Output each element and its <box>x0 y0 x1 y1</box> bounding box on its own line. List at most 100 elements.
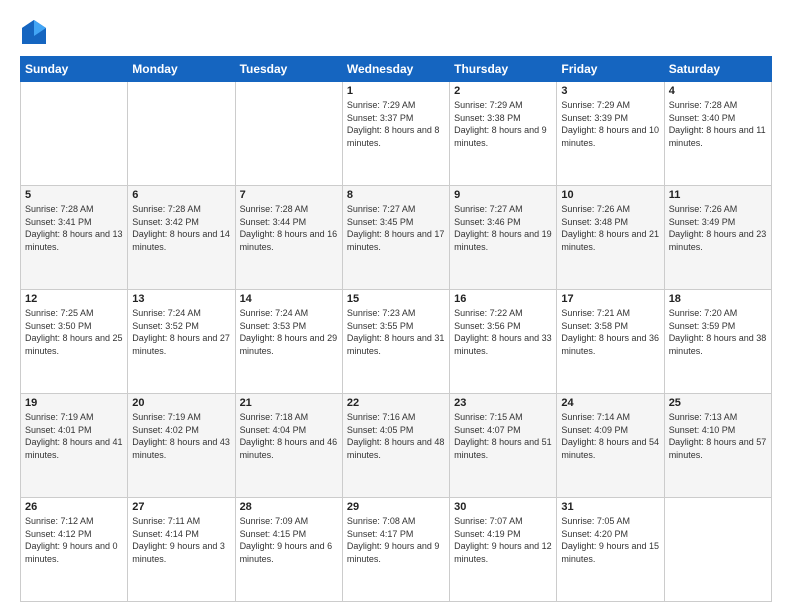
calendar-cell-w3-d4: 15Sunrise: 7:23 AM Sunset: 3:55 PM Dayli… <box>342 290 449 394</box>
day-number: 30 <box>454 501 552 513</box>
calendar-header-row: Sunday Monday Tuesday Wednesday Thursday… <box>21 57 772 82</box>
day-info: Sunrise: 7:25 AM Sunset: 3:50 PM Dayligh… <box>25 307 123 357</box>
calendar-cell-w1-d6: 3 Sunrise: 7:29 AM Sunset: 3:39 PM Daylig… <box>557 82 664 186</box>
day-number: 13 <box>132 293 230 305</box>
calendar-cell-w5-d4: 29 Sunrise: 7:08 AM Sunset: 4:17 PM Dayli… <box>342 498 449 602</box>
day-number: 20 <box>132 397 230 409</box>
calendar-cell-w4-d5: 23 Sunrise: 7:15 AM Sunset: 4:07 PM Dayli… <box>450 394 557 498</box>
calendar-cell-w4-d4: 22Sunrise: 7:16 AM Sunset: 4:05 PM Dayli… <box>342 394 449 498</box>
day-number: 29 <box>347 501 445 513</box>
calendar-cell-w2-d7: 11Sunrise: 7:26 AM Sunset: 3:49 PM Dayli… <box>664 186 771 290</box>
calendar-cell-w2-d1: 5Sunrise: 7:28 AM Sunset: 3:41 PM Daylig… <box>21 186 128 290</box>
col-wednesday: Wednesday <box>342 57 449 82</box>
day-number: 28 <box>240 501 338 513</box>
col-thursday: Thursday <box>450 57 557 82</box>
day-info: Sunrise: 7:15 AM Sunset: 4:07 PM Dayligh… <box>454 411 552 461</box>
calendar-cell-w4-d7: 25 Sunrise: 7:13 AM Sunset: 4:10 PM Dayli… <box>664 394 771 498</box>
day-info: Sunrise: 7:07 AM Sunset: 4:19 PM Dayligh… <box>454 515 552 565</box>
day-info: Sunrise: 7:24 AM Sunset: 3:52 PM Dayligh… <box>132 307 230 357</box>
day-number: 4 <box>669 85 767 97</box>
day-info: Sunrise: 7:28 AM Sunset: 3:41 PM Dayligh… <box>25 203 123 253</box>
calendar-cell-w3-d7: 18 Sunrise: 7:20 AM Sunset: 3:59 PM Dayli… <box>664 290 771 394</box>
calendar-cell-w3-d3: 14 Sunrise: 7:24 AM Sunset: 3:53 PM Dayli… <box>235 290 342 394</box>
calendar-cell-w2-d5: 9 Sunrise: 7:27 AM Sunset: 3:46 PM Daylig… <box>450 186 557 290</box>
day-number: 16 <box>454 293 552 305</box>
day-number: 1 <box>347 85 445 97</box>
day-number: 19 <box>25 397 123 409</box>
day-number: 21 <box>240 397 338 409</box>
calendar-cell-w5-d1: 26 Sunrise: 7:12 AM Sunset: 4:12 PM Dayli… <box>21 498 128 602</box>
calendar-week-4: 19 Sunrise: 7:19 AM Sunset: 4:01 PM Dayli… <box>21 394 772 498</box>
day-info: Sunrise: 7:28 AM Sunset: 3:44 PM Dayligh… <box>240 203 338 253</box>
day-info: Sunrise: 7:19 AM Sunset: 4:02 PM Dayligh… <box>132 411 230 461</box>
header <box>20 18 772 46</box>
day-number: 26 <box>25 501 123 513</box>
day-number: 6 <box>132 189 230 201</box>
day-number: 18 <box>669 293 767 305</box>
calendar-cell-w4-d6: 24Sunrise: 7:14 AM Sunset: 4:09 PM Dayli… <box>557 394 664 498</box>
day-number: 11 <box>669 189 767 201</box>
day-number: 24 <box>561 397 659 409</box>
day-number: 8 <box>347 189 445 201</box>
day-info: Sunrise: 7:20 AM Sunset: 3:59 PM Dayligh… <box>669 307 767 357</box>
day-info: Sunrise: 7:09 AM Sunset: 4:15 PM Dayligh… <box>240 515 338 565</box>
col-friday: Friday <box>557 57 664 82</box>
calendar-cell-w1-d1 <box>21 82 128 186</box>
day-info: Sunrise: 7:19 AM Sunset: 4:01 PM Dayligh… <box>25 411 123 461</box>
day-number: 10 <box>561 189 659 201</box>
day-number: 23 <box>454 397 552 409</box>
calendar-cell-w3-d5: 16 Sunrise: 7:22 AM Sunset: 3:56 PM Dayli… <box>450 290 557 394</box>
calendar-cell-w3-d6: 17Sunrise: 7:21 AM Sunset: 3:58 PM Dayli… <box>557 290 664 394</box>
day-number: 12 <box>25 293 123 305</box>
day-info: Sunrise: 7:27 AM Sunset: 3:45 PM Dayligh… <box>347 203 445 253</box>
calendar-week-2: 5Sunrise: 7:28 AM Sunset: 3:41 PM Daylig… <box>21 186 772 290</box>
calendar-week-5: 26 Sunrise: 7:12 AM Sunset: 4:12 PM Dayli… <box>21 498 772 602</box>
day-info: Sunrise: 7:22 AM Sunset: 3:56 PM Dayligh… <box>454 307 552 357</box>
day-info: Sunrise: 7:18 AM Sunset: 4:04 PM Dayligh… <box>240 411 338 461</box>
calendar-cell-w1-d7: 4 Sunrise: 7:28 AM Sunset: 3:40 PM Daylig… <box>664 82 771 186</box>
calendar-cell-w4-d2: 20 Sunrise: 7:19 AM Sunset: 4:02 PM Dayli… <box>128 394 235 498</box>
day-number: 3 <box>561 85 659 97</box>
day-info: Sunrise: 7:16 AM Sunset: 4:05 PM Dayligh… <box>347 411 445 461</box>
day-info: Sunrise: 7:05 AM Sunset: 4:20 PM Dayligh… <box>561 515 659 565</box>
calendar: Sunday Monday Tuesday Wednesday Thursday… <box>20 56 772 602</box>
calendar-cell-w2-d3: 7 Sunrise: 7:28 AM Sunset: 3:44 PM Daylig… <box>235 186 342 290</box>
calendar-cell-w1-d2 <box>128 82 235 186</box>
day-number: 9 <box>454 189 552 201</box>
calendar-cell-w4-d1: 19 Sunrise: 7:19 AM Sunset: 4:01 PM Dayli… <box>21 394 128 498</box>
day-info: Sunrise: 7:13 AM Sunset: 4:10 PM Dayligh… <box>669 411 767 461</box>
calendar-cell-w2-d2: 6 Sunrise: 7:28 AM Sunset: 3:42 PM Daylig… <box>128 186 235 290</box>
day-number: 17 <box>561 293 659 305</box>
col-sunday: Sunday <box>21 57 128 82</box>
calendar-week-1: 1 Sunrise: 7:29 AM Sunset: 3:37 PM Daylig… <box>21 82 772 186</box>
calendar-cell-w1-d3 <box>235 82 342 186</box>
col-tuesday: Tuesday <box>235 57 342 82</box>
calendar-cell-w5-d2: 27Sunrise: 7:11 AM Sunset: 4:14 PM Dayli… <box>128 498 235 602</box>
calendar-cell-w3-d2: 13 Sunrise: 7:24 AM Sunset: 3:52 PM Dayli… <box>128 290 235 394</box>
day-info: Sunrise: 7:29 AM Sunset: 3:39 PM Dayligh… <box>561 99 659 149</box>
day-info: Sunrise: 7:23 AM Sunset: 3:55 PM Dayligh… <box>347 307 445 357</box>
day-info: Sunrise: 7:28 AM Sunset: 3:40 PM Dayligh… <box>669 99 767 149</box>
day-number: 25 <box>669 397 767 409</box>
day-info: Sunrise: 7:29 AM Sunset: 3:38 PM Dayligh… <box>454 99 552 149</box>
day-info: Sunrise: 7:26 AM Sunset: 3:48 PM Dayligh… <box>561 203 659 253</box>
day-number: 14 <box>240 293 338 305</box>
day-number: 7 <box>240 189 338 201</box>
calendar-cell-w2-d4: 8 Sunrise: 7:27 AM Sunset: 3:45 PM Daylig… <box>342 186 449 290</box>
calendar-cell-w5-d5: 30 Sunrise: 7:07 AM Sunset: 4:19 PM Dayli… <box>450 498 557 602</box>
calendar-cell-w2-d6: 10 Sunrise: 7:26 AM Sunset: 3:48 PM Dayli… <box>557 186 664 290</box>
day-info: Sunrise: 7:28 AM Sunset: 3:42 PM Dayligh… <box>132 203 230 253</box>
day-info: Sunrise: 7:12 AM Sunset: 4:12 PM Dayligh… <box>25 515 123 565</box>
calendar-cell-w3-d1: 12 Sunrise: 7:25 AM Sunset: 3:50 PM Dayli… <box>21 290 128 394</box>
day-info: Sunrise: 7:29 AM Sunset: 3:37 PM Dayligh… <box>347 99 445 149</box>
calendar-cell-w4-d3: 21 Sunrise: 7:18 AM Sunset: 4:04 PM Dayli… <box>235 394 342 498</box>
day-info: Sunrise: 7:27 AM Sunset: 3:46 PM Dayligh… <box>454 203 552 253</box>
col-saturday: Saturday <box>664 57 771 82</box>
day-number: 27 <box>132 501 230 513</box>
day-number: 31 <box>561 501 659 513</box>
day-info: Sunrise: 7:24 AM Sunset: 3:53 PM Dayligh… <box>240 307 338 357</box>
logo-icon <box>20 18 48 46</box>
page: Sunday Monday Tuesday Wednesday Thursday… <box>0 0 792 612</box>
calendar-cell-w5-d3: 28 Sunrise: 7:09 AM Sunset: 4:15 PM Dayli… <box>235 498 342 602</box>
day-info: Sunrise: 7:08 AM Sunset: 4:17 PM Dayligh… <box>347 515 445 565</box>
